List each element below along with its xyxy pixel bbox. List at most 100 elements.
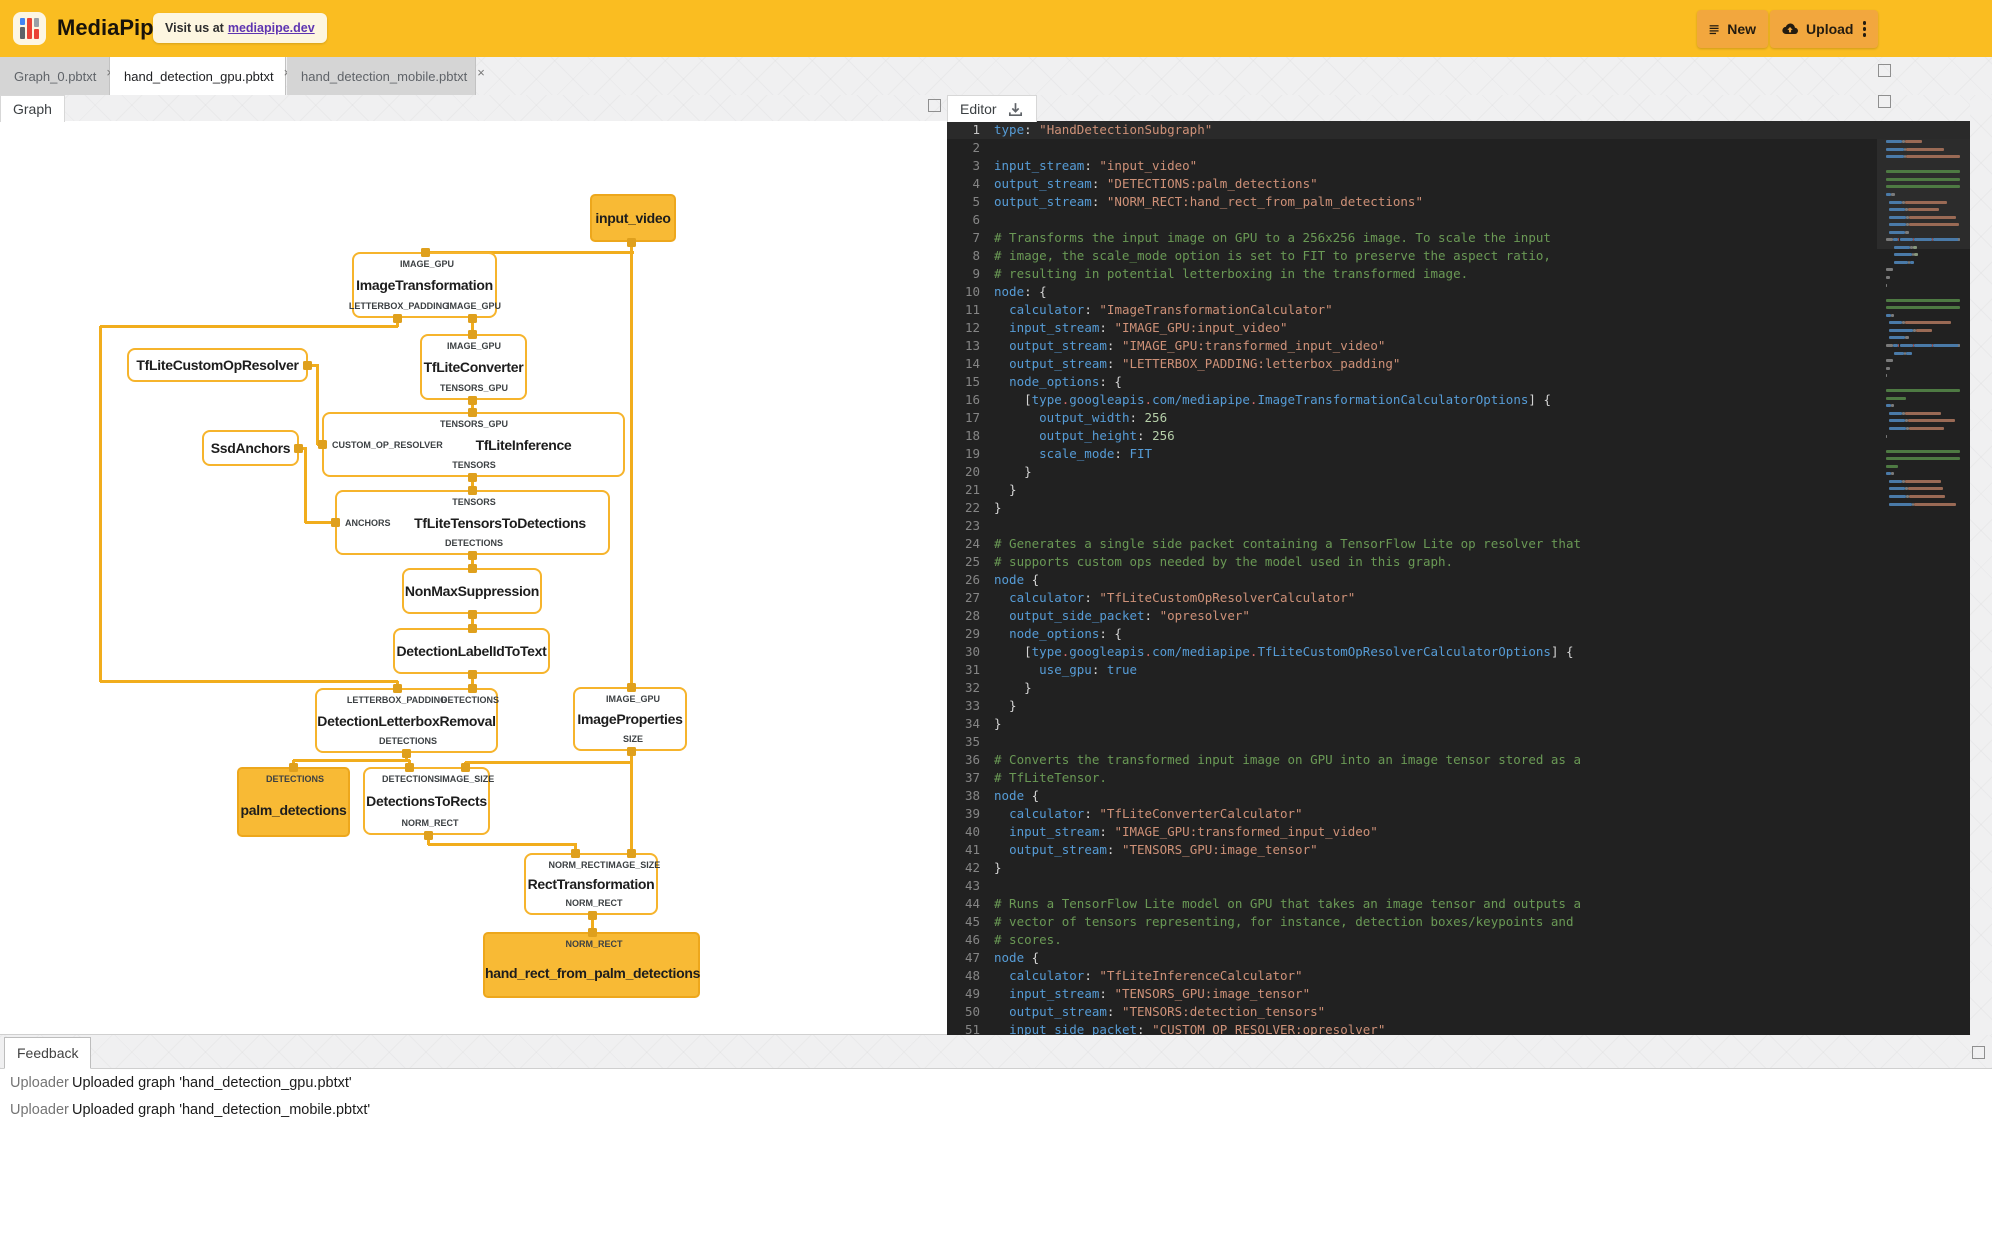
line-number: 23 [964, 518, 980, 533]
new-list-icon [1709, 25, 1719, 35]
connector-dot [627, 747, 636, 756]
upload-button-label: Upload [1806, 21, 1854, 37]
code-text: input_stream: "TENSORS_GPU:image_tensor" [1009, 986, 1311, 1001]
port-label-LETTERBOX_PADDING: LETTERBOX_PADDING [348, 301, 450, 311]
connector-dot [627, 683, 636, 692]
graph-node-TfLiteTensorsToDetections[interactable]: TENSORS DETECTIONS ANCHORS TfLiteTensorsToD… [335, 490, 610, 555]
line-number: 27 [964, 590, 980, 605]
code-text: node_options: { [1009, 374, 1122, 389]
port-label-TENSORS_GPU: TENSORS_GPU [439, 383, 509, 393]
line-number: 15 [964, 374, 980, 389]
code-line-10: 10 node: { [947, 283, 1970, 301]
line-number: 30 [964, 644, 980, 659]
graph-node-hand_rect_from_palm_detections[interactable]: NORM_RECT hand_rect_from_palm_detections [483, 932, 700, 998]
line-number: 10 [964, 284, 980, 299]
file-tab-hand_detection_gpu.pbtxt[interactable]: hand_detection_gpu.pbtxt× [110, 57, 291, 95]
code-line-31: 31 use_gpu: true [947, 661, 1970, 679]
line-number: 24 [964, 536, 980, 551]
connector-dot [468, 408, 477, 417]
graph-node-DetectionsToRects[interactable]: DETECTIONS IMAGE_SIZE NORM_RECT DetectionsT… [363, 767, 494, 835]
line-number: 41 [964, 842, 980, 857]
node-label: ImageTransformation [356, 277, 493, 293]
graph-node-TfLiteInference[interactable]: TENSORS_GPU TENSORS CUSTOM_OP_RESOLVER TfLi… [322, 412, 625, 477]
graph-node-RectTransformation[interactable]: NORM_RECT IMAGE_SIZE NORM_RECT RectTransfor… [524, 853, 660, 915]
connector-dot [294, 444, 303, 453]
graph-canvas[interactable]: input_video IMAGE_GPU LETTERBOX_PADDING IMA… [0, 121, 947, 1035]
graph-popout-icon[interactable] [928, 99, 941, 112]
tabs-popout-icon[interactable] [1878, 64, 1891, 77]
node-label: TfLiteCustomOpResolver [136, 357, 299, 373]
line-number: 39 [964, 806, 980, 821]
line-number: 33 [964, 698, 980, 713]
graph-node-ImageProperties[interactable]: IMAGE_GPU SIZE ImageProperties [573, 687, 687, 751]
code-text: input_stream: "IMAGE_GPU:transformed_inp… [1009, 824, 1378, 839]
node-label: palm_detections [240, 802, 347, 818]
port-label-NORM_RECT: NORM_RECT [401, 818, 459, 828]
graph-node-NonMaxSuppression[interactable]: NonMaxSuppression [402, 568, 542, 614]
code-line-34: 34} [947, 715, 1970, 733]
file-tab-label: hand_detection_gpu.pbtxt [124, 68, 274, 84]
code-text: type: "HandDetectionSubgraph" [994, 122, 1213, 137]
new-button[interactable]: New [1697, 10, 1768, 48]
tab-editor[interactable]: Editor [947, 95, 1037, 122]
app-title: MediaPipe [57, 15, 166, 40]
connector-dot [468, 610, 477, 619]
node-label: TfLiteConverter [423, 359, 524, 375]
line-number: 17 [964, 410, 980, 425]
code-text: } [994, 716, 1002, 731]
code-editor[interactable]: 1 type: "HandDetectionSubgraph" 2 3 input_st… [947, 121, 1970, 1035]
line-number: 36 [964, 752, 980, 767]
connector-dot [405, 763, 414, 772]
line-number: 1 [972, 122, 980, 137]
feedback-message: Uploaded graph 'hand_detection_mobile.pb… [72, 1102, 371, 1118]
line-number: 43 [964, 878, 980, 893]
code-text: node: { [994, 284, 1047, 299]
close-tab-icon[interactable]: × [477, 66, 485, 79]
file-tab-Graph_0.pbtxt[interactable]: Graph_0.pbtxt× [0, 57, 114, 95]
graph-node-TfLiteCustomOpResolver[interactable]: TfLiteCustomOpResolver [127, 348, 308, 382]
mediapipe-dev-link[interactable]: mediapipe.dev [228, 21, 315, 35]
code-text: # TfLiteTensor. [994, 770, 1107, 785]
code-line-36: 36 # Converts the transformed input image… [947, 751, 1970, 769]
line-number: 42 [964, 860, 980, 875]
graph-node-palm_detections[interactable]: DETECTIONS palm_detections [237, 767, 350, 837]
feedback-panel: Uploader Uploaded graph 'hand_detection_g… [0, 1069, 1992, 1242]
code-line-39: 39 calculator: "TfLiteConverterCalculato… [947, 805, 1970, 823]
line-number: 7 [972, 230, 980, 245]
graph-node-TfLiteConverter[interactable]: IMAGE_GPU TENSORS_GPU TfLiteConverter [420, 334, 527, 400]
code-text: output_stream: "IMAGE_GPU:transformed_in… [1009, 338, 1386, 353]
code-text: # image, the scale_mode option is set to… [994, 248, 1551, 263]
graph-node-DetectionLetterboxRemoval[interactable]: LETTERBOX_PADDING DETECTIONS DETECTIONS Det… [315, 688, 499, 753]
connector-dot [468, 486, 477, 495]
upload-menu-kebab-icon[interactable] [1862, 21, 1866, 37]
tab-feedback[interactable]: Feedback [4, 1037, 92, 1069]
code-line-28: 28 output_side_packet: "opresolver" [947, 607, 1970, 625]
code-text: # resulting in potential letterboxing in… [994, 266, 1469, 281]
node-label: NonMaxSuppression [404, 583, 540, 599]
download-graph-icon[interactable] [1007, 101, 1024, 118]
code-text: [type.googleapis.com/mediapipe.ImageTran… [994, 392, 1551, 407]
graph-node-input_video[interactable]: input_video [590, 194, 676, 242]
code-line-5: 5 output_stream: "NORM_RECT:hand_rect_fro… [947, 193, 1970, 211]
feedback-popout-icon[interactable] [1972, 1046, 1985, 1059]
graph-edge [304, 447, 307, 523]
code-line-47: 47 node { [947, 949, 1970, 967]
graph-node-SsdAnchors[interactable]: SsdAnchors [202, 430, 299, 466]
connector-dot [468, 684, 477, 693]
connector-dot [461, 763, 470, 772]
line-number: 48 [964, 968, 980, 983]
code-line-30: 30 [type.googleapis.com/mediapipe.TfLite… [947, 643, 1970, 661]
file-tab-hand_detection_mobile.pbtxt[interactable]: hand_detection_mobile.pbtxt × [287, 57, 485, 95]
editor-popout-icon[interactable] [1878, 95, 1891, 108]
editor-tab-label: Editor [960, 101, 997, 117]
line-number: 22 [964, 500, 980, 515]
line-number: 20 [964, 464, 980, 479]
feedback-band [0, 1035, 1992, 1068]
feedback-message: Uploaded graph 'hand_detection_gpu.pbtxt… [72, 1075, 352, 1091]
code-text: # Generates a single side packet contain… [994, 536, 1581, 551]
graph-node-DetectionLabelIdToText[interactable]: DetectionLabelIdToText [393, 628, 550, 674]
tab-graph[interactable]: Graph [0, 95, 65, 122]
port-label-TENSORS: TENSORS [452, 460, 496, 470]
graph-node-ImageTransformation[interactable]: IMAGE_GPU LETTERBOX_PADDING IMAGE_GPU Image… [348, 252, 501, 318]
upload-button[interactable]: Upload [1770, 10, 1878, 48]
